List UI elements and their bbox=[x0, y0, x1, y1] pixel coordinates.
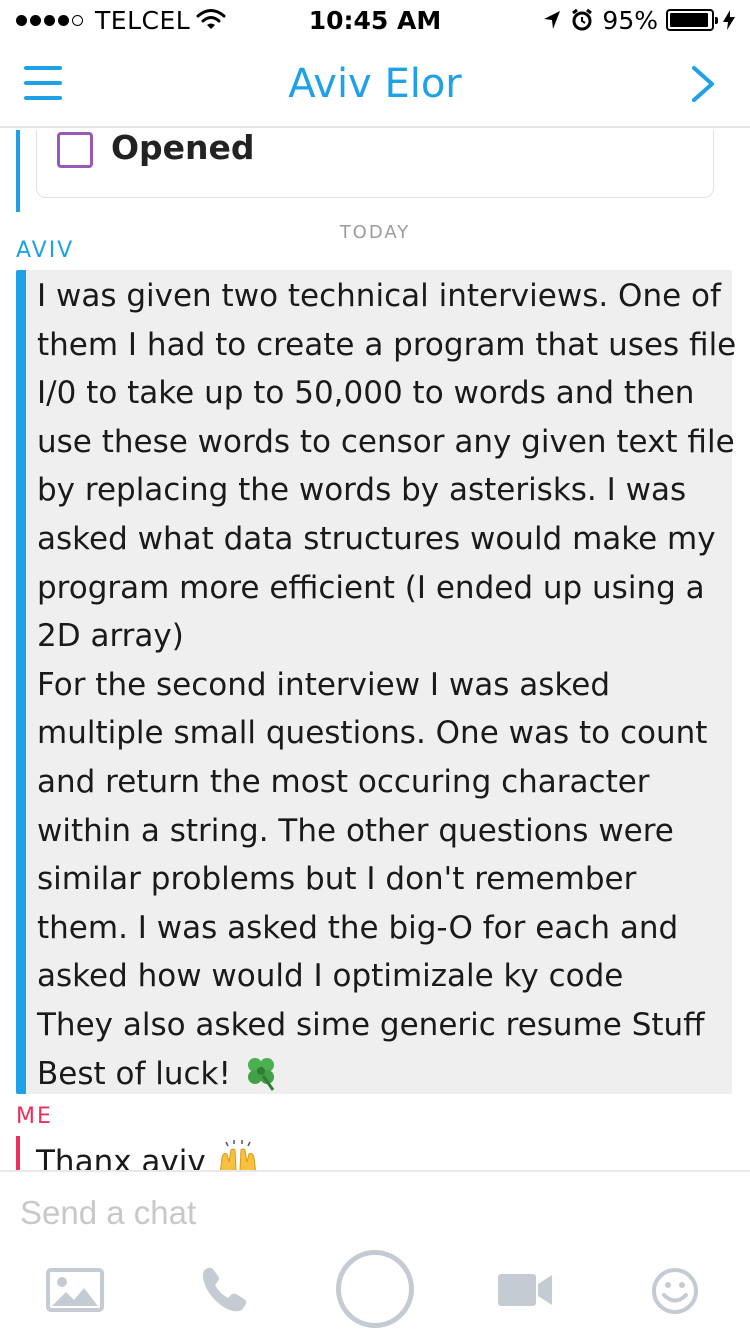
alarm-clock-icon bbox=[572, 8, 593, 31]
opened-snap-card[interactable]: Opened bbox=[36, 130, 714, 198]
message-bubble-me[interactable]: Thanx aviv bbox=[16, 1136, 716, 1170]
message-bubble-aviv[interactable]: I was given two technical interviews. On… bbox=[16, 270, 736, 1094]
wifi-icon bbox=[196, 9, 226, 29]
battery-percent: 95% bbox=[602, 5, 658, 35]
chat-header: Aviv Elor bbox=[0, 40, 750, 128]
me-message-bar bbox=[16, 1136, 20, 1170]
sender-label-me: ME bbox=[16, 1104, 53, 1129]
image-icon[interactable] bbox=[46, 1268, 104, 1312]
charging-bolt-icon bbox=[723, 10, 735, 30]
raising-hands-emoji-icon bbox=[219, 1140, 256, 1170]
phone-icon[interactable] bbox=[198, 1264, 254, 1316]
opened-status-label: Opened bbox=[111, 130, 255, 167]
signal-strength-icon bbox=[16, 14, 83, 26]
battery-level bbox=[670, 13, 708, 27]
date-divider: TODAY bbox=[339, 222, 411, 243]
capture-button[interactable] bbox=[336, 1250, 414, 1328]
message-text: Thanx aviv bbox=[36, 1140, 260, 1170]
location-arrow-icon bbox=[544, 11, 561, 29]
opened-status-icon bbox=[57, 132, 93, 168]
send-chat-input[interactable] bbox=[20, 1184, 720, 1242]
message-text: I was given two technical interviews. On… bbox=[37, 272, 737, 1098]
carrier-info: TELCEL bbox=[16, 6, 226, 35]
message-body: Thanx aviv bbox=[36, 1144, 206, 1170]
conversation-title[interactable]: Aviv Elor bbox=[0, 40, 750, 128]
video-camera-icon[interactable] bbox=[496, 1270, 554, 1310]
four-leaf-clover-emoji-icon bbox=[247, 1057, 275, 1091]
carrier-name: TELCEL bbox=[95, 5, 191, 35]
message-body: I was given two technical interviews. On… bbox=[37, 278, 737, 1092]
chat-composer bbox=[0, 1170, 750, 1334]
previous-message-bar bbox=[16, 130, 20, 212]
status-right: 95% bbox=[542, 6, 736, 35]
chevron-right-icon[interactable] bbox=[682, 62, 722, 106]
conversation-thread[interactable]: Opened TODAY AVIV I was given two techni… bbox=[0, 130, 750, 1170]
status-bar: TELCEL 10:45 AM 95% bbox=[0, 0, 750, 40]
battery-icon bbox=[666, 9, 718, 31]
sender-label-aviv: AVIV bbox=[16, 238, 75, 263]
smiley-icon[interactable] bbox=[650, 1266, 700, 1316]
